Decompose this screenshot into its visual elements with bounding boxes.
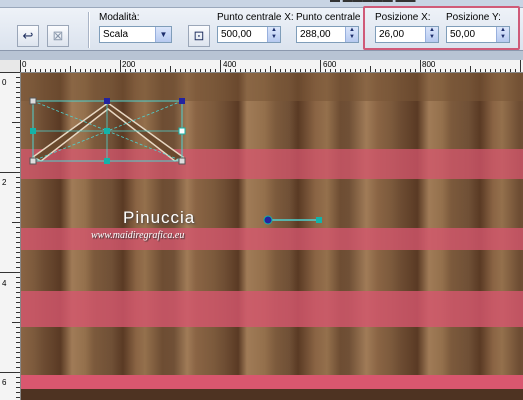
center-y-value: 288,00 bbox=[300, 29, 331, 40]
rotation-handle[interactable] bbox=[316, 217, 322, 223]
center-x-label: Punto centrale X: bbox=[217, 12, 294, 23]
mode-select-value: Scala bbox=[103, 29, 129, 40]
h-tick-label: 400 bbox=[223, 60, 237, 69]
corner-handle[interactable] bbox=[179, 98, 185, 104]
undo-arrow-button[interactable]: ↩ bbox=[17, 25, 39, 47]
center-point-icon: ⊡ bbox=[193, 28, 205, 43]
horizontal-ruler: 0 200 400 600 800 bbox=[20, 60, 523, 73]
v-tick-label: 0 bbox=[2, 78, 7, 87]
watermark-name: Pinuccia bbox=[123, 208, 196, 227]
corner-handle[interactable] bbox=[178, 157, 186, 165]
rotation-pivot[interactable] bbox=[263, 215, 273, 225]
center-y-label: Punto centrale Y: bbox=[296, 12, 362, 23]
center-x-value: 500,00 bbox=[221, 29, 252, 40]
ghost-menu-text: ▬ ▬▬▬▬▬ ▬▬ bbox=[330, 0, 416, 5]
reset-transform-button[interactable]: ⊠ bbox=[47, 25, 69, 47]
watermark-url: www.maidiregrafica.eu bbox=[91, 230, 185, 241]
undo-arrow-icon: ↩ bbox=[22, 28, 34, 43]
v-tick-label: 2 bbox=[2, 178, 7, 187]
toolbar-separator bbox=[88, 12, 90, 48]
edge-handle[interactable] bbox=[30, 128, 36, 134]
edge-handle[interactable] bbox=[104, 98, 110, 104]
edge-handle[interactable] bbox=[104, 158, 110, 164]
mode-select[interactable]: Scala ▼ bbox=[99, 26, 172, 43]
horizontal-ruler-ticks bbox=[20, 60, 521, 72]
v-tick-label: 4 bbox=[2, 279, 7, 288]
corner-handle[interactable] bbox=[29, 97, 37, 105]
mode-label: Modalità: bbox=[99, 12, 140, 23]
center-y-spinner[interactable]: ▲ ▼ bbox=[345, 27, 358, 42]
chevron-down-icon[interactable]: ▼ bbox=[155, 27, 171, 42]
image-canvas[interactable]: Pinuccia www.maidiregrafica.eu bbox=[21, 73, 523, 400]
vertical-ruler-ticks bbox=[0, 72, 20, 398]
corner-handle[interactable] bbox=[29, 157, 37, 165]
center-point-button[interactable]: ⊡ bbox=[188, 25, 210, 47]
center-handle[interactable] bbox=[104, 128, 110, 134]
h-tick-label: 800 bbox=[422, 60, 436, 69]
h-tick-label: 200 bbox=[122, 60, 136, 69]
position-fields-highlight bbox=[363, 6, 520, 50]
v-tick-label: 6 bbox=[2, 378, 7, 387]
vertical-ruler: 0 2 4 6 bbox=[0, 72, 21, 400]
workspace-frame bbox=[0, 51, 523, 60]
center-x-input[interactable]: 500,00 ▲ ▼ bbox=[217, 26, 281, 43]
h-tick-label: 600 bbox=[323, 60, 337, 69]
reset-transform-icon: ⊠ bbox=[52, 28, 64, 43]
center-y-input[interactable]: 288,00 ▲ ▼ bbox=[296, 26, 359, 43]
h-tick-label: 0 bbox=[22, 60, 27, 69]
center-x-spinner[interactable]: ▲ ▼ bbox=[267, 27, 280, 42]
edge-handle[interactable] bbox=[178, 127, 186, 135]
